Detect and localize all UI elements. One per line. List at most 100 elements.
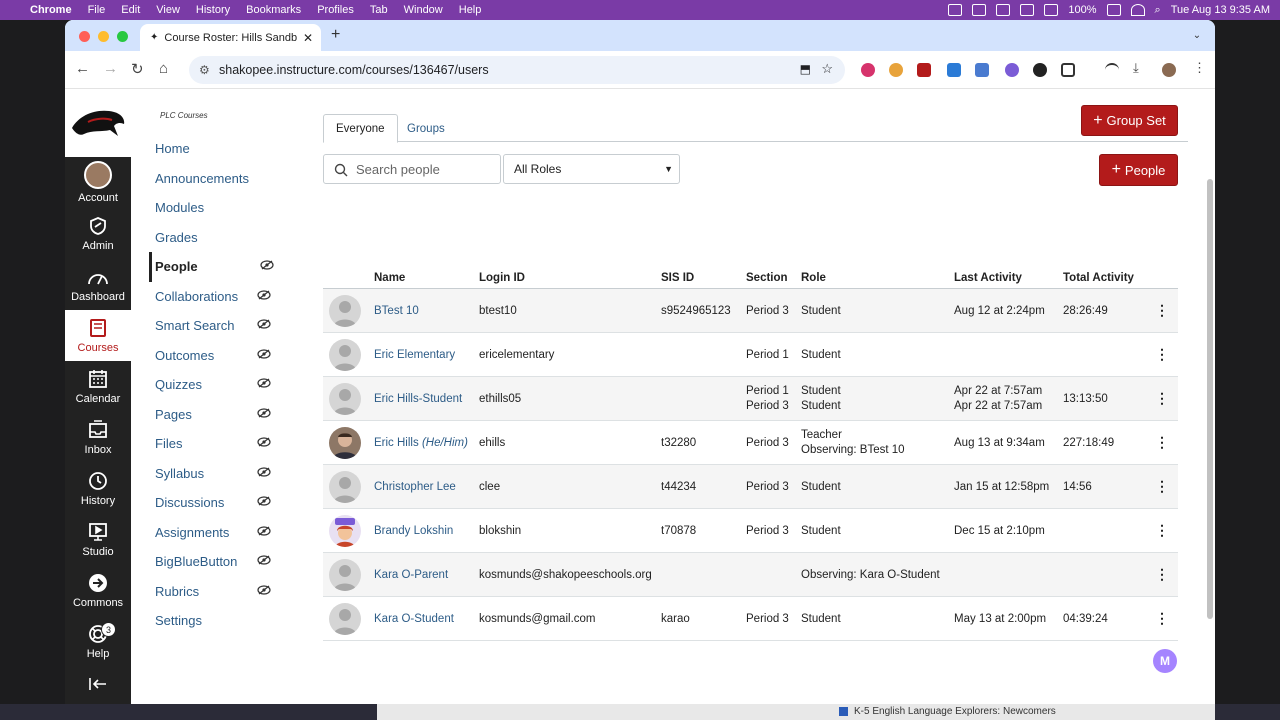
- school-logo[interactable]: [65, 89, 131, 157]
- download-icon[interactable]: ⤓: [1133, 60, 1139, 76]
- course-nav-pages[interactable]: Pages: [149, 400, 279, 430]
- menu-profiles[interactable]: Profiles: [317, 4, 354, 16]
- row-options-icon[interactable]: ⋮: [1155, 346, 1169, 363]
- add-people-button[interactable]: + People: [1099, 154, 1178, 186]
- avatar[interactable]: [329, 295, 361, 327]
- column-header-login[interactable]: Login ID: [479, 272, 525, 284]
- extension-icon[interactable]: [1005, 63, 1019, 77]
- tab-everyone[interactable]: Everyone: [323, 114, 398, 143]
- avatar[interactable]: [329, 515, 361, 547]
- column-header-last-activity[interactable]: Last Activity: [954, 272, 1022, 284]
- global-nav-history[interactable]: History: [65, 463, 131, 514]
- course-nav-assignments[interactable]: Assignments: [149, 518, 279, 548]
- course-nav-outcomes[interactable]: Outcomes: [149, 341, 279, 371]
- bookmark-star-icon[interactable]: ☆: [821, 61, 833, 77]
- new-tab-button[interactable]: +: [331, 26, 340, 44]
- column-header-sis[interactable]: SIS ID: [661, 272, 694, 284]
- global-nav-account[interactable]: Account: [65, 157, 131, 208]
- global-nav-courses[interactable]: Courses: [65, 310, 131, 361]
- status-icon[interactable]: [948, 4, 963, 16]
- course-nav-collaborations[interactable]: Collaborations: [149, 282, 279, 312]
- person-name-link[interactable]: BTest 10: [374, 305, 419, 317]
- menu-bookmarks[interactable]: Bookmarks: [246, 4, 301, 16]
- menu-file[interactable]: File: [88, 4, 106, 16]
- menu-help[interactable]: Help: [459, 4, 482, 16]
- search-people-input[interactable]: Search people: [323, 154, 501, 184]
- back-arrow-icon[interactable]: ←: [75, 60, 90, 77]
- person-name-link[interactable]: Eric Elementary: [374, 349, 455, 361]
- close-tab-icon[interactable]: ✕: [303, 31, 313, 45]
- tab-groups[interactable]: Groups: [395, 114, 457, 143]
- status-icon[interactable]: [1020, 4, 1035, 16]
- status-icon[interactable]: [972, 4, 987, 16]
- column-header-section[interactable]: Section: [746, 272, 788, 284]
- course-nav-bigbluebutton[interactable]: BigBlueButton: [149, 547, 279, 577]
- global-nav-inbox[interactable]: Inbox: [65, 412, 131, 463]
- extension-icon[interactable]: [975, 63, 989, 77]
- person-name-link[interactable]: Eric Hills (He/Him): [374, 437, 468, 449]
- floating-m-icon[interactable]: M: [1153, 649, 1177, 673]
- person-name-link[interactable]: Kara O-Parent: [374, 569, 448, 581]
- reading-list-icon[interactable]: [1105, 63, 1119, 77]
- battery-icon[interactable]: [1106, 4, 1121, 16]
- minimize-window-button[interactable]: [98, 31, 109, 42]
- row-options-icon[interactable]: ⋮: [1155, 434, 1169, 451]
- course-nav-announcements[interactable]: Announcements: [149, 164, 279, 194]
- add-group-set-button[interactable]: + Group Set: [1081, 105, 1178, 136]
- menu-window[interactable]: Window: [404, 4, 443, 16]
- column-header-name[interactable]: Name: [374, 272, 405, 284]
- course-nav-rubrics[interactable]: Rubrics: [149, 577, 279, 607]
- avatar[interactable]: [329, 603, 361, 635]
- home-icon[interactable]: ⌂: [159, 60, 168, 77]
- global-nav-studio[interactable]: Studio: [65, 514, 131, 565]
- course-nav-quizzes[interactable]: Quizzes: [149, 370, 279, 400]
- course-nav-settings[interactable]: Settings: [149, 606, 279, 636]
- extension-icon[interactable]: [889, 63, 903, 77]
- row-options-icon[interactable]: ⋮: [1155, 478, 1169, 495]
- course-nav-files[interactable]: Files: [149, 429, 279, 459]
- person-name-link[interactable]: Eric Hills-Student: [374, 393, 462, 405]
- wifi-icon[interactable]: [1130, 4, 1145, 16]
- collapse-nav-button[interactable]: [65, 667, 131, 701]
- status-icon[interactable]: [996, 4, 1011, 16]
- menu-tab[interactable]: Tab: [370, 4, 388, 16]
- column-header-role[interactable]: Role: [801, 272, 826, 284]
- course-nav-grades[interactable]: Grades: [149, 223, 279, 253]
- browser-tab[interactable]: ✦ Course Roster: Hills Sandbox ✕: [140, 24, 321, 51]
- row-options-icon[interactable]: ⋮: [1155, 610, 1169, 627]
- global-nav-calendar[interactable]: Calendar: [65, 361, 131, 412]
- forward-arrow-icon[interactable]: →: [103, 60, 118, 77]
- install-icon[interactable]: ⬒: [800, 62, 811, 76]
- course-nav-modules[interactable]: Modules: [149, 193, 279, 223]
- extensions-puzzle-icon[interactable]: [1061, 63, 1075, 77]
- avatar[interactable]: [329, 383, 361, 415]
- person-name-link[interactable]: Kara O-Student: [374, 613, 454, 625]
- course-nav-discussions[interactable]: Discussions: [149, 488, 279, 518]
- global-nav-admin[interactable]: Admin: [65, 208, 131, 259]
- row-options-icon[interactable]: ⋮: [1155, 566, 1169, 583]
- course-nav-home[interactable]: Home: [149, 134, 279, 164]
- page-scrollbar[interactable]: [1207, 179, 1213, 619]
- course-nav-people[interactable]: People: [149, 252, 279, 282]
- row-options-icon[interactable]: ⋮: [1155, 522, 1169, 539]
- extension-icon[interactable]: [917, 63, 931, 77]
- avatar[interactable]: [329, 427, 361, 459]
- avatar[interactable]: [329, 339, 361, 371]
- menubar-clock[interactable]: Tue Aug 13 9:35 AM: [1171, 4, 1270, 16]
- search-icon[interactable]: ⌕: [1155, 4, 1161, 17]
- extension-icon[interactable]: [861, 63, 875, 77]
- menu-app-name[interactable]: Chrome: [30, 4, 72, 16]
- row-options-icon[interactable]: ⋮: [1155, 390, 1169, 407]
- site-info-icon[interactable]: ⚙: [199, 63, 210, 77]
- course-nav-smart-search[interactable]: Smart Search: [149, 311, 279, 341]
- column-header-total-activity[interactable]: Total Activity: [1063, 272, 1134, 284]
- global-nav-help[interactable]: 3 Help: [65, 616, 131, 667]
- reload-icon[interactable]: ↻: [131, 60, 144, 78]
- maximize-window-button[interactable]: [117, 31, 128, 42]
- person-name-link[interactable]: Christopher Lee: [374, 481, 456, 493]
- menu-history[interactable]: History: [196, 4, 230, 16]
- global-nav-dashboard[interactable]: Dashboard: [65, 259, 131, 310]
- course-title[interactable]: PLC Courses: [160, 111, 279, 120]
- global-nav-commons[interactable]: Commons: [65, 565, 131, 616]
- avatar[interactable]: [329, 559, 361, 591]
